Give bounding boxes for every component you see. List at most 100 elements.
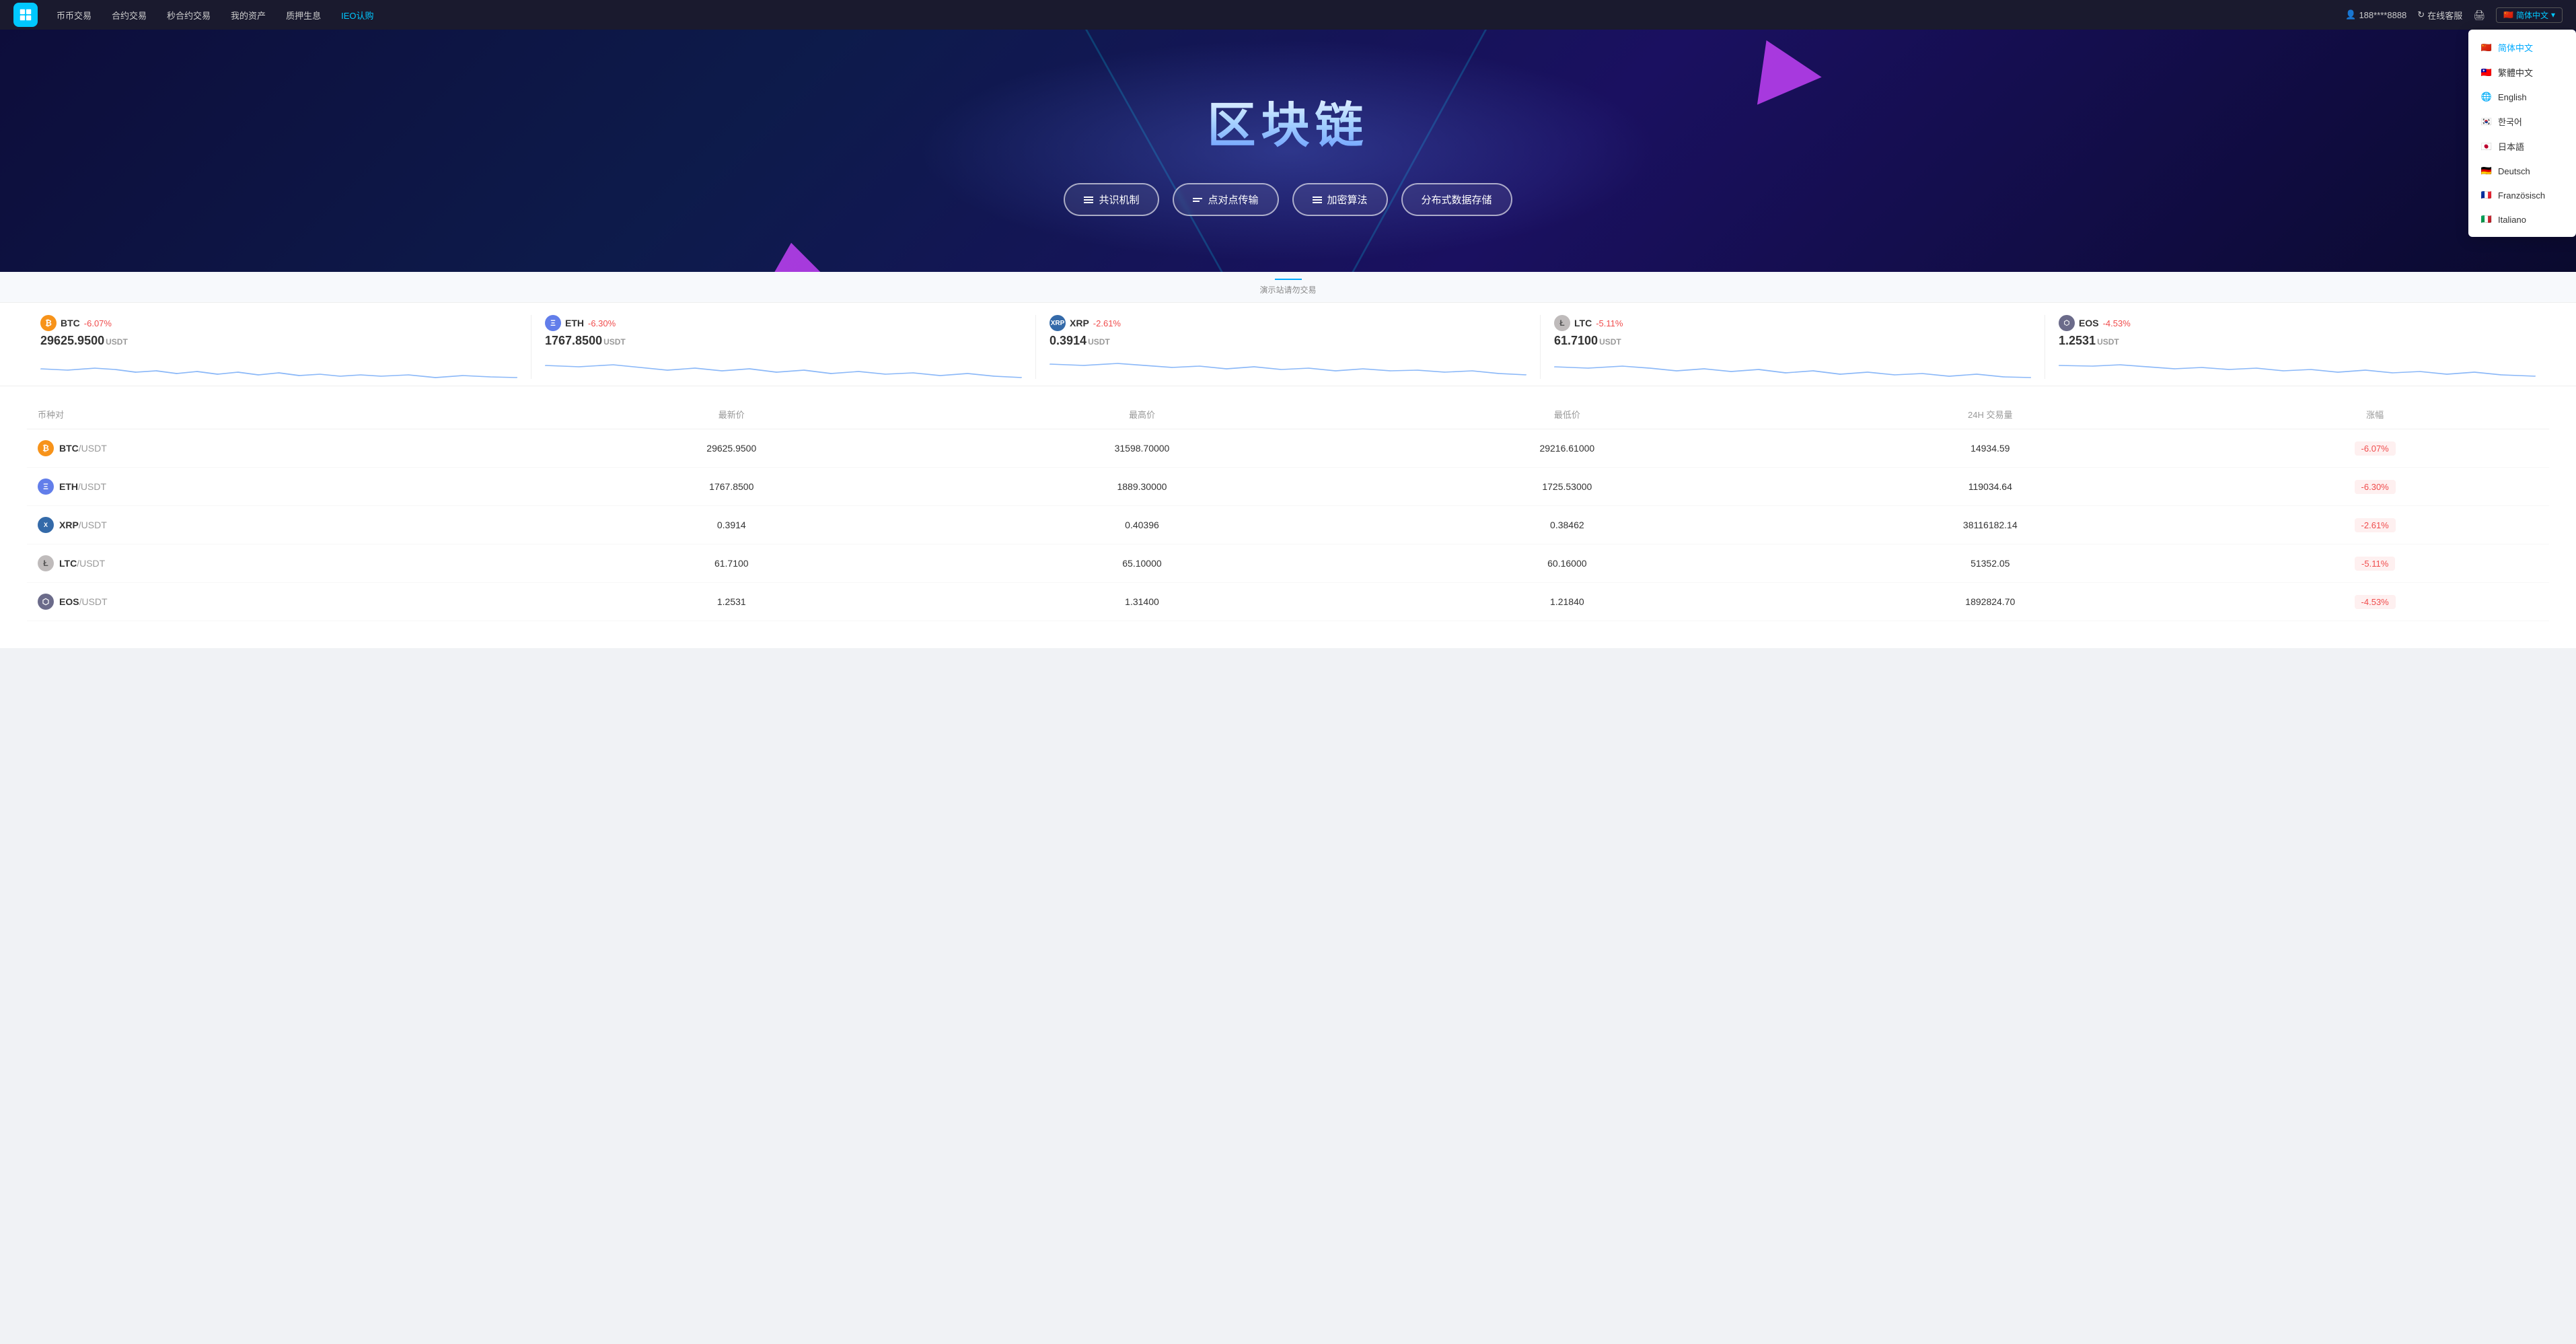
ticker-eos-change: -4.53% — [2103, 318, 2131, 328]
ticker-ltc[interactable]: Ł LTC -5.11% 61.7100USDT — [1541, 315, 2045, 379]
flag-it: 🇮🇹 — [2480, 213, 2493, 225]
nav-my-assets[interactable]: 我的资产 — [223, 9, 274, 22]
table-cell-latest: 1767.8500 — [533, 468, 930, 506]
print-icon[interactable]: 🖨 — [2473, 9, 2485, 21]
ticker-eth[interactable]: Ξ ETH -6.30% 1767.8500USDT — [531, 315, 1036, 379]
ticker-eos-chart — [2059, 352, 2536, 379]
lang-german-label: Deutsch — [2498, 166, 2530, 176]
hero-btn-crypto[interactable]: 加密算法 — [1292, 183, 1388, 216]
xrp-icon: XRP — [1050, 315, 1066, 331]
ticker-ltc-price: 61.7100USDT — [1554, 334, 2031, 348]
table-cell-pair: Ξ ETH/USDT — [27, 468, 533, 506]
table-cell-change: -4.53% — [2201, 583, 2549, 621]
flag-de: 🇩🇪 — [2480, 165, 2493, 177]
demo-notice-text: 演示站请勿交易 — [1259, 285, 1316, 295]
flag-icon: 🇨🇳 — [2503, 10, 2513, 20]
lang-option-english[interactable]: 🌐 English — [2468, 85, 2576, 109]
row-pair-name: LTC/USDT — [59, 558, 105, 569]
table-cell-low: 60.16000 — [1354, 544, 1779, 583]
online-service-btn[interactable]: ↻ 在线客服 — [2417, 9, 2462, 22]
table-row[interactable]: ⬡ EOS/USDT 1.2531 1.31400 1.21840 189282… — [27, 583, 2549, 621]
lang-option-german[interactable]: 🇩🇪 Deutsch — [2468, 159, 2576, 183]
table-cell-pair: Ł LTC/USDT — [27, 544, 533, 583]
lang-simplified-chinese-label: 简体中文 — [2498, 41, 2533, 54]
language-button[interactable]: 🇨🇳 简体中文 ▾ — [2496, 7, 2563, 23]
table-row[interactable]: Ł LTC/USDT 61.7100 65.10000 60.16000 513… — [27, 544, 2549, 583]
ticker-eth-chart — [545, 352, 1022, 379]
flag-kr: 🇰🇷 — [2480, 116, 2493, 128]
table-cell-volume: 38116182.14 — [1779, 506, 2201, 544]
nav-ieo[interactable]: IEO认购 — [333, 9, 381, 22]
hero-btn-distributed[interactable]: 分布式数据存储 — [1401, 183, 1512, 216]
table-cell-volume: 14934.59 — [1779, 429, 2201, 468]
ticker-ltc-chart — [1554, 352, 2031, 379]
flag-jp: 🇯🇵 — [2480, 141, 2493, 153]
hero-btn-p2p-label: 点对点传输 — [1208, 192, 1258, 207]
table-row[interactable]: X XRP/USDT 0.3914 0.40396 0.38462 381161… — [27, 506, 2549, 544]
hero-buttons: 共识机制 点对点传输 加密算法 分布式数据存储 — [1064, 183, 1512, 216]
ticker-eth-price: 1767.8500USDT — [545, 334, 1022, 348]
lang-english-label: English — [2498, 92, 2527, 102]
ticker-btc[interactable]: ₿ BTC -6.07% 29625.9500USDT — [27, 315, 531, 379]
hero-btn-p2p[interactable]: 点对点传输 — [1173, 183, 1278, 216]
lang-option-japanese[interactable]: 🇯🇵 日本語 — [2468, 134, 2576, 159]
table-cell-pair: ⬡ EOS/USDT — [27, 583, 533, 621]
ticker-strip: ₿ BTC -6.07% 29625.9500USDT Ξ ETH -6.30%… — [0, 303, 2576, 386]
ticker-ltc-header: Ł LTC -5.11% — [1554, 315, 2031, 331]
lang-french-label: Französisch — [2498, 190, 2545, 201]
col-header-low: 最低价 — [1354, 400, 1779, 429]
row-pair-name: ETH/USDT — [59, 481, 106, 492]
flag-tw: 🇹🇼 — [2480, 67, 2493, 79]
user-phone: 188****8888 — [2359, 10, 2406, 20]
table-cell-low: 29216.61000 — [1354, 429, 1779, 468]
nav-second-contract[interactable]: 秒合约交易 — [159, 9, 219, 22]
ticker-eth-header: Ξ ETH -6.30% — [545, 315, 1022, 331]
wave-icon — [1193, 198, 1202, 202]
ticker-btc-name: BTC — [61, 318, 80, 328]
table-cell-latest: 29625.9500 — [533, 429, 930, 468]
nav-pledge[interactable]: 质押生息 — [278, 9, 329, 22]
lang-option-simplified-chinese[interactable]: 🇨🇳 简体中文 — [2468, 35, 2576, 60]
lock-icon — [1313, 197, 1322, 203]
col-header-latest: 最新价 — [533, 400, 930, 429]
table-cell-volume: 119034.64 — [1779, 468, 2201, 506]
row-coin-icon: Ξ — [38, 479, 54, 495]
ticker-xrp-chart — [1050, 352, 1526, 379]
logo-icon — [18, 7, 33, 22]
lang-option-korean[interactable]: 🇰🇷 한국어 — [2468, 109, 2576, 134]
ticker-eos[interactable]: ⬡ EOS -4.53% 1.2531USDT — [2045, 315, 2549, 379]
hero-btn-consensus-label: 共识机制 — [1099, 192, 1139, 207]
lang-italian-label: Italiano — [2498, 215, 2526, 225]
refresh-icon: ↻ — [2417, 9, 2425, 20]
ticker-eth-change: -6.30% — [588, 318, 616, 328]
hero-btn-distributed-label: 分布式数据存储 — [1422, 192, 1492, 207]
ticker-xrp-header: XRP XRP -2.61% — [1050, 315, 1526, 331]
table-row[interactable]: ₿ BTC/USDT 29625.9500 31598.70000 29216.… — [27, 429, 2549, 468]
col-header-volume: 24H 交易量 — [1779, 400, 2201, 429]
flag-fr: 🇫🇷 — [2480, 189, 2493, 201]
bars-icon — [1084, 197, 1093, 203]
nav-coin-trade[interactable]: 币币交易 — [48, 9, 100, 22]
ticker-btc-header: ₿ BTC -6.07% — [40, 315, 517, 331]
lang-option-french[interactable]: 🇫🇷 Französisch — [2468, 183, 2576, 207]
nav-contract-trade[interactable]: 合约交易 — [104, 9, 155, 22]
market-table: 币种对 最新价 最高价 最低价 24H 交易量 涨幅 ₿ BTC/USDT 29… — [27, 400, 2549, 621]
row-coin-icon: ⬡ — [38, 594, 54, 610]
lang-option-italian[interactable]: 🇮🇹 Italiano — [2468, 207, 2576, 232]
row-coin-icon: Ł — [38, 555, 54, 571]
user-icon: 👤 — [2345, 9, 2356, 20]
hero-btn-consensus[interactable]: 共识机制 — [1064, 183, 1159, 216]
ticker-xrp-name: XRP — [1070, 318, 1089, 328]
table-cell-low: 0.38462 — [1354, 506, 1779, 544]
chevron-down-icon: ▾ — [2551, 10, 2555, 20]
ticker-xrp[interactable]: XRP XRP -2.61% 0.3914USDT — [1036, 315, 1541, 379]
ltc-icon: Ł — [1554, 315, 1570, 331]
lang-option-traditional-chinese[interactable]: 🇹🇼 繁體中文 — [2468, 60, 2576, 85]
row-coin-icon: ₿ — [38, 440, 54, 456]
eos-icon: ⬡ — [2059, 315, 2075, 331]
ticker-eos-name: EOS — [2079, 318, 2099, 328]
table-cell-high: 31598.70000 — [930, 429, 1355, 468]
logo[interactable] — [13, 3, 38, 27]
table-row[interactable]: Ξ ETH/USDT 1767.8500 1889.30000 1725.530… — [27, 468, 2549, 506]
flag-cn: 🇨🇳 — [2480, 42, 2493, 54]
